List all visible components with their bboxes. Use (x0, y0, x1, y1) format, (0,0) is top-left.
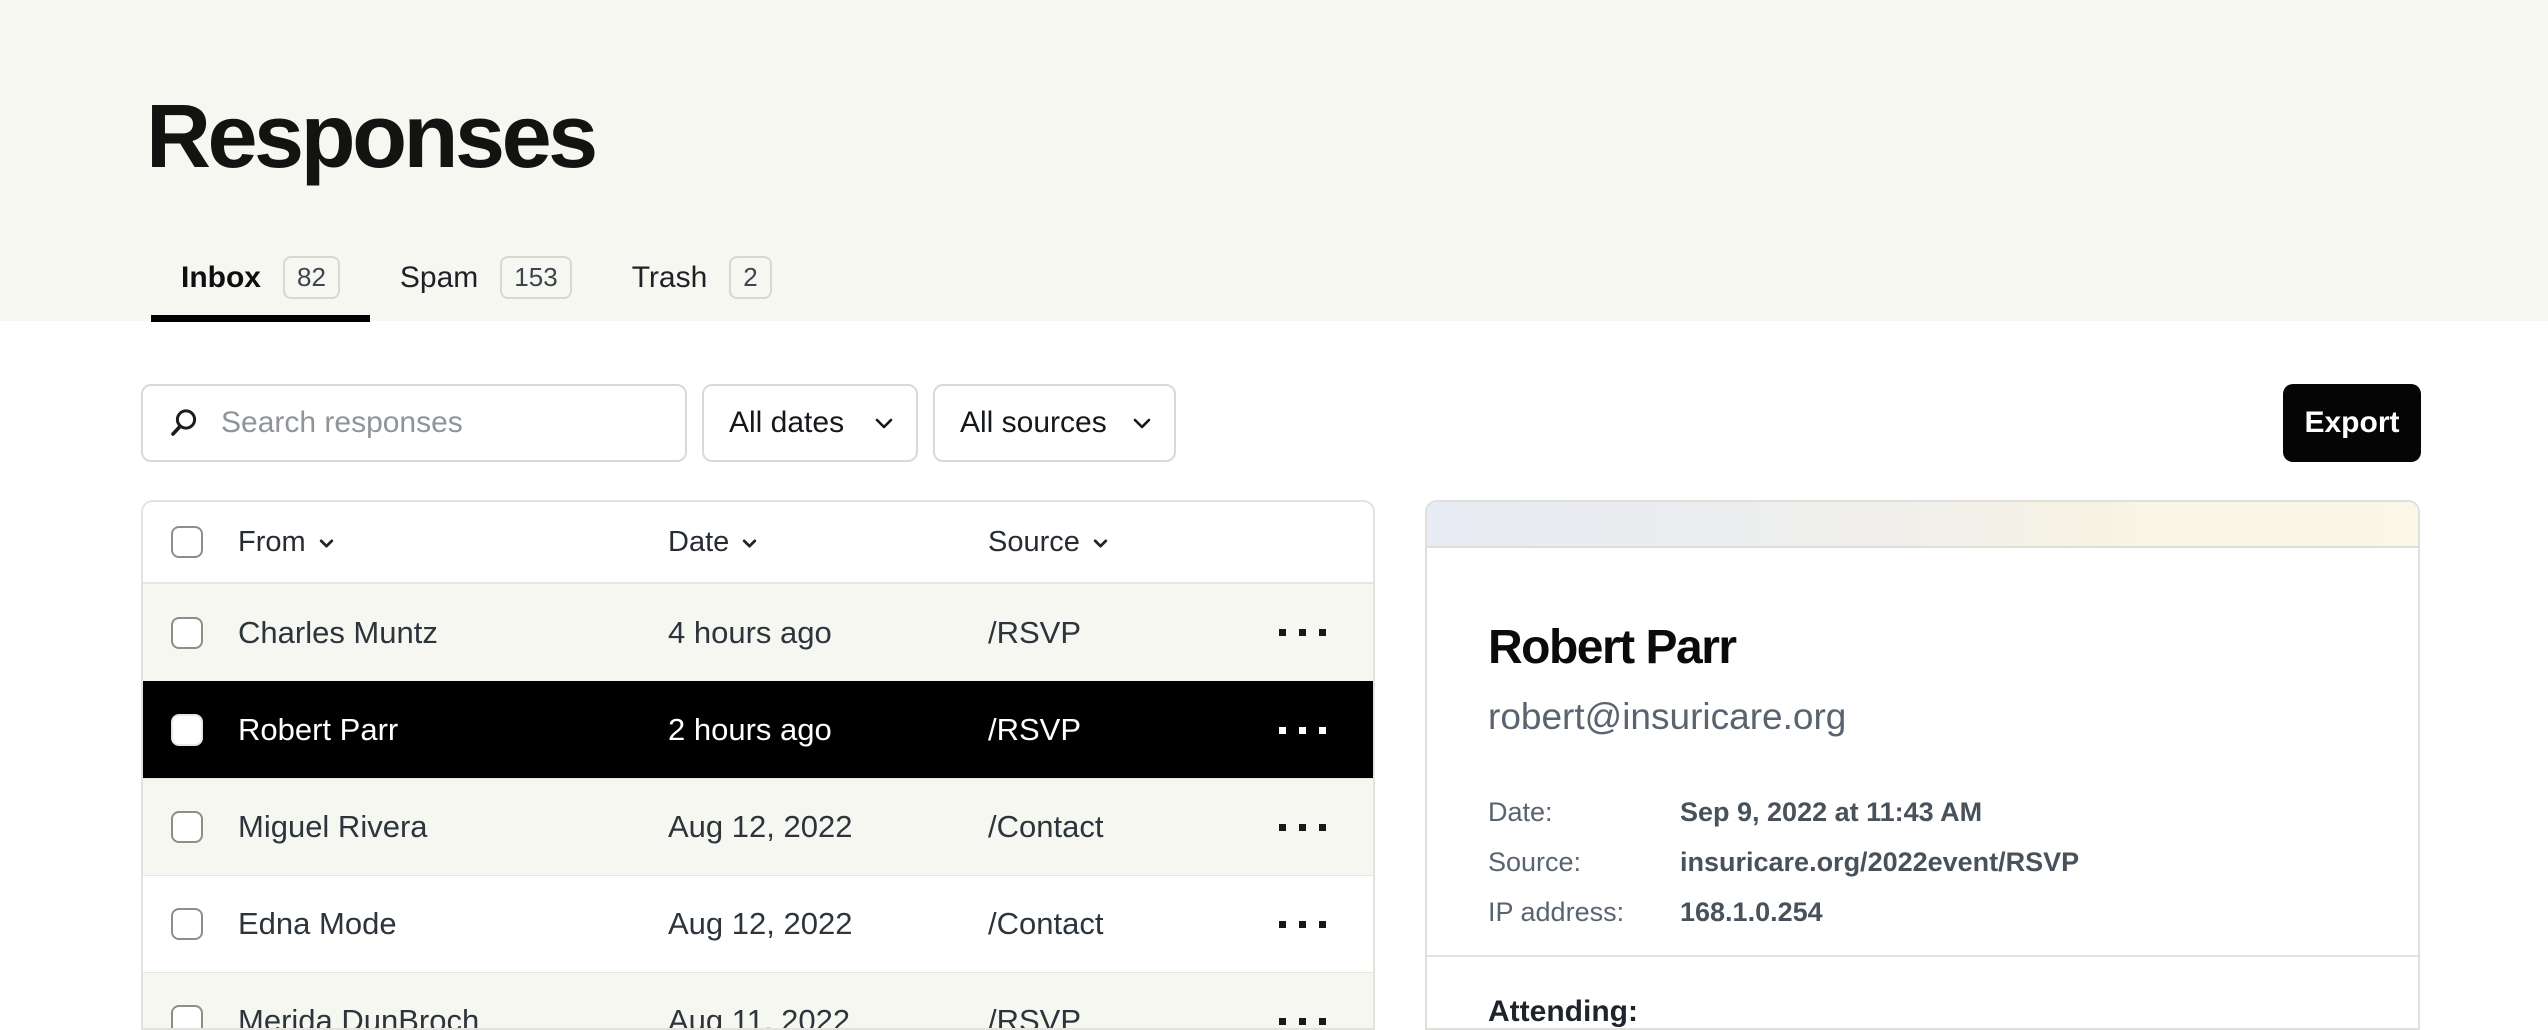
ellipsis-icon (1279, 629, 1286, 636)
table-row[interactable]: Miguel Rivera Aug 12, 2022 /Contact (143, 778, 1373, 875)
row-source: /RSVP (988, 1003, 1247, 1030)
sort-chevron-down-icon (1092, 535, 1109, 552)
meta-value-ip: 168.1.0.254 (1680, 899, 2357, 926)
tab-bar: Inbox 82 Spam 153 Trash 2 (151, 240, 802, 322)
tab-inbox-count-badge: 82 (283, 256, 340, 299)
row-source: /Contact (988, 809, 1247, 845)
row-date: Aug 12, 2022 (668, 809, 988, 845)
column-header-from-label: From (238, 526, 306, 559)
responses-table: From Date Source Charles Muntz 4 hours a… (141, 500, 1375, 1030)
dates-filter-dropdown[interactable]: All dates (702, 384, 918, 462)
row-actions-button[interactable] (1247, 779, 1357, 875)
column-header-source-label: Source (988, 526, 1080, 559)
detail-header-gradient (1427, 502, 2418, 548)
row-date: Aug 12, 2022 (668, 906, 988, 942)
detail-meta: Date: Sep 9, 2022 at 11:43 AM Source: in… (1488, 799, 2357, 926)
table-header: From Date Source (143, 502, 1373, 584)
row-date: 4 hours ago (668, 615, 988, 651)
column-header-from[interactable]: From (238, 526, 668, 559)
detail-email: robert@insuricare.org (1488, 698, 2357, 735)
meta-label-ip: IP address: (1488, 899, 1680, 926)
row-from: Miguel Rivera (238, 809, 668, 845)
meta-label-source: Source: (1488, 849, 1680, 876)
tab-trash[interactable]: Trash 2 (602, 240, 802, 322)
sort-chevron-down-icon (741, 535, 758, 552)
export-button[interactable]: Export (2283, 384, 2421, 462)
row-actions-button[interactable] (1247, 876, 1357, 972)
page-title: Responses (146, 92, 595, 182)
row-actions-button[interactable] (1247, 973, 1357, 1030)
ellipsis-icon (1279, 824, 1286, 831)
row-actions-button[interactable] (1247, 584, 1357, 681)
tab-trash-count-badge: 2 (729, 256, 771, 299)
table-row[interactable]: Merida DunBroch Aug 11, 2022 /RSVP (143, 972, 1373, 1030)
table-row[interactable]: Edna Mode Aug 12, 2022 /Contact (143, 875, 1373, 972)
meta-value-source: insuricare.org/2022event/RSVP (1680, 849, 2357, 876)
search-icon (169, 408, 199, 438)
search-box (141, 384, 687, 462)
column-header-source[interactable]: Source (988, 526, 1247, 559)
row-from: Edna Mode (238, 906, 668, 942)
row-date: 2 hours ago (668, 712, 988, 748)
row-actions-button[interactable] (1247, 682, 1357, 778)
row-checkbox[interactable] (171, 908, 203, 940)
sources-filter-dropdown[interactable]: All sources (933, 384, 1176, 462)
tab-inbox-label: Inbox (181, 261, 261, 295)
row-checkbox[interactable] (171, 811, 203, 843)
row-source: /RSVP (988, 712, 1247, 748)
chevron-down-icon (872, 411, 896, 435)
row-source: /Contact (988, 906, 1247, 942)
row-checkbox[interactable] (171, 1005, 203, 1030)
search-input[interactable] (221, 406, 665, 440)
tab-spam-label: Spam (400, 261, 478, 295)
tab-spam-count-badge: 153 (500, 256, 571, 299)
ellipsis-icon (1279, 921, 1286, 928)
ellipsis-icon (1279, 727, 1286, 734)
tab-spam[interactable]: Spam 153 (370, 240, 602, 322)
row-checkbox[interactable] (171, 714, 203, 746)
dates-filter-value: All dates (729, 406, 844, 440)
meta-value-date: Sep 9, 2022 at 11:43 AM (1680, 799, 2357, 826)
tab-inbox[interactable]: Inbox 82 (151, 240, 370, 322)
table-row[interactable]: Charles Muntz 4 hours ago /RSVP (143, 584, 1373, 681)
column-header-date-label: Date (668, 526, 729, 559)
column-header-date[interactable]: Date (668, 526, 988, 559)
ellipsis-icon (1279, 1018, 1286, 1025)
row-source: /RSVP (988, 615, 1247, 651)
row-date: Aug 11, 2022 (668, 1003, 988, 1030)
chevron-down-icon (1130, 411, 1154, 435)
attending-label: Attending: (1488, 995, 1638, 1028)
detail-name: Robert Parr (1488, 624, 2357, 672)
tab-trash-label: Trash (632, 261, 708, 295)
row-from: Charles Muntz (238, 615, 668, 651)
select-all-checkbox[interactable] (171, 526, 203, 558)
row-from: Merida DunBroch (238, 1003, 668, 1030)
table-row-selected[interactable]: Robert Parr 2 hours ago /RSVP (143, 681, 1373, 778)
sort-chevron-down-icon (318, 535, 335, 552)
sources-filter-value: All sources (960, 406, 1107, 440)
row-checkbox[interactable] (171, 617, 203, 649)
meta-label-date: Date: (1488, 799, 1680, 826)
row-from: Robert Parr (238, 712, 668, 748)
response-detail-panel: Robert Parr robert@insuricare.org Date: … (1425, 500, 2420, 1030)
